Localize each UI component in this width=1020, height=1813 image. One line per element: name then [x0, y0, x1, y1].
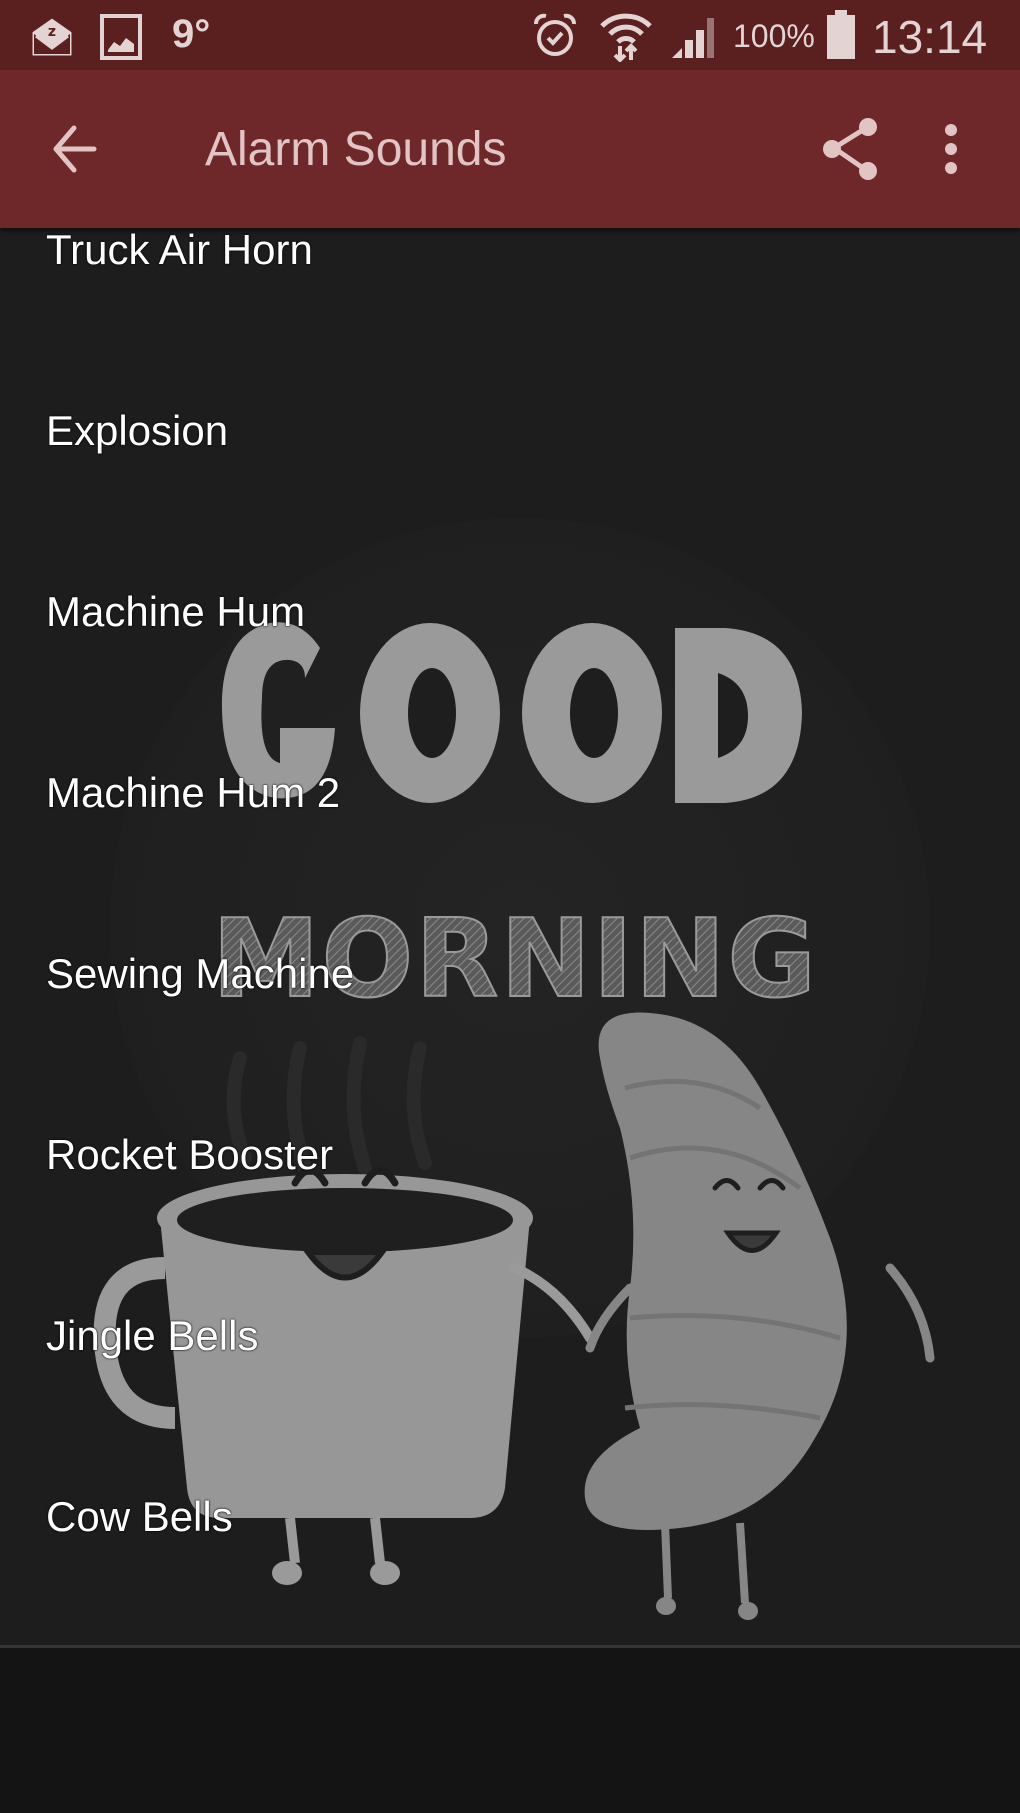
status-bar: z 9° 100% 13:14 — [0, 0, 1020, 70]
share-button[interactable] — [816, 114, 886, 184]
battery-icon — [827, 10, 855, 59]
alarm-icon — [534, 13, 576, 56]
page-title: Alarm Sounds — [205, 123, 507, 176]
signal-icon — [672, 18, 714, 58]
clock-time: 13:14 — [872, 11, 988, 63]
list-item[interactable]: Rocket Booster — [0, 1043, 1020, 1224]
battery-percent: 100% — [733, 18, 815, 54]
more-vertical-icon — [945, 124, 957, 174]
bottom-empty-area — [0, 1648, 1020, 1813]
list-item[interactable]: Explosion — [0, 319, 1020, 500]
sound-label: Jingle Bells — [46, 1312, 259, 1359]
list-item[interactable]: Jingle Bells — [0, 1224, 1020, 1405]
sound-label: Cow Bells — [46, 1493, 233, 1540]
svg-text:z: z — [48, 24, 56, 40]
sound-label: Rocket Booster — [46, 1131, 334, 1178]
list-item[interactable]: Truck Air Horn — [0, 228, 1020, 319]
gallery-icon — [100, 14, 142, 60]
sound-label: Explosion — [46, 407, 229, 454]
temperature: 9° — [172, 12, 211, 56]
email-notification-icon: z — [31, 17, 73, 57]
list-item[interactable]: Machine Hum 2 — [0, 681, 1020, 862]
arrow-back-icon — [53, 125, 97, 173]
sound-label: Truck Air Horn — [46, 228, 313, 273]
back-button[interactable] — [44, 112, 114, 182]
list-item[interactable]: Machine Hum — [0, 500, 1020, 681]
sound-label: Machine Hum — [46, 588, 306, 635]
sound-label: Sewing Machine — [46, 950, 355, 997]
list-item[interactable]: Sewing Machine — [0, 862, 1020, 1043]
wifi-icon — [600, 13, 652, 62]
sound-label: Machine Hum 2 — [46, 769, 341, 816]
more-options-button[interactable] — [928, 114, 974, 184]
app-bar: Alarm Sounds — [0, 70, 1020, 228]
list-item[interactable]: Cow Bells — [0, 1405, 1020, 1586]
sound-list-container[interactable]: MORNING Truck Air Horn Explosion Machine… — [0, 228, 1020, 1646]
share-icon — [823, 118, 877, 180]
